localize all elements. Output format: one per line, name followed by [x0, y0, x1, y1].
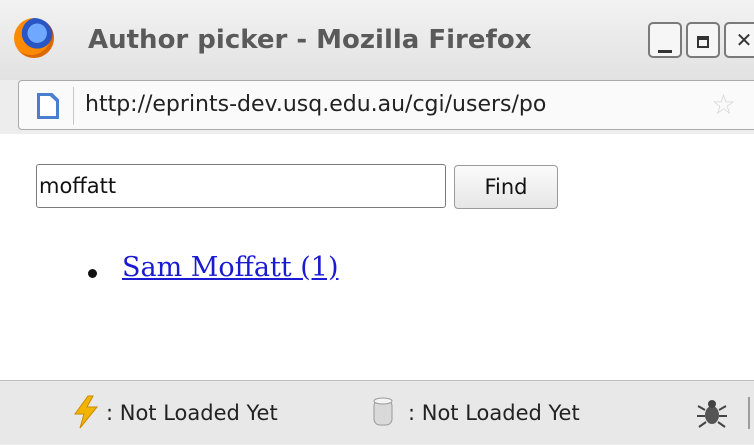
find-button[interactable]: Find	[454, 165, 558, 209]
bookmark-star-icon[interactable]: ☆	[711, 91, 739, 119]
address-bar[interactable]: http://eprints-dev.usq.edu.au/cgi/users/…	[18, 80, 754, 130]
author-result-link[interactable]: Sam Moffatt (1)	[122, 252, 339, 283]
minimize-button[interactable]	[648, 22, 682, 58]
lightning-bolt-icon[interactable]	[72, 395, 100, 429]
minimize-icon	[658, 50, 672, 53]
database-icon[interactable]	[372, 395, 394, 429]
firefox-logo-icon	[14, 18, 54, 58]
bullet-icon	[88, 269, 97, 278]
firebug-icon[interactable]	[696, 395, 728, 429]
maximize-icon	[697, 36, 709, 48]
window-titlebar: Author picker - Mozilla Firefox ✕	[0, 0, 754, 80]
search-input[interactable]	[36, 164, 446, 208]
close-button[interactable]: ✕	[724, 22, 754, 58]
status-text-bolt: : Not Loaded Yet	[106, 401, 278, 425]
status-divider	[748, 397, 750, 429]
page-content: Find Sam Moffatt (1)	[0, 134, 754, 380]
window-title: Author picker - Mozilla Firefox	[88, 25, 532, 55]
status-text-db: : Not Loaded Yet	[408, 401, 580, 425]
close-icon: ✕	[735, 28, 753, 52]
url-text[interactable]: http://eprints-dev.usq.edu.au/cgi/users/…	[85, 81, 546, 129]
address-divider	[73, 87, 74, 125]
maximize-button[interactable]	[686, 22, 720, 58]
status-bar: : Not Loaded Yet : Not Loaded Yet	[0, 380, 754, 444]
